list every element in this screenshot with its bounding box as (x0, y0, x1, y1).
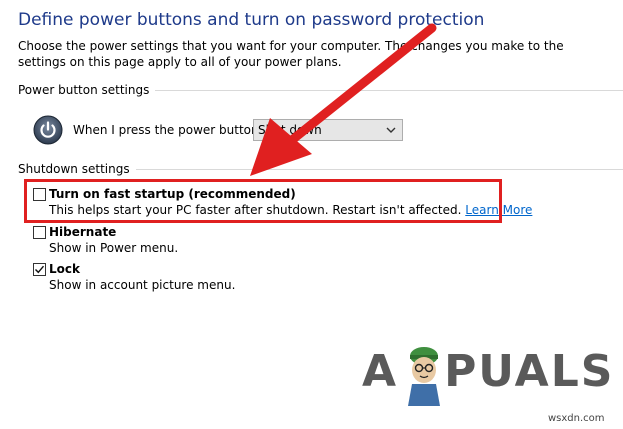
checkmark-icon (35, 265, 45, 274)
group-divider (135, 168, 623, 170)
appuals-watermark: A PUALS (362, 346, 614, 397)
lock-label: Lock (49, 262, 80, 276)
power-button-settings-header: Power button settings (18, 83, 623, 97)
shutdown-settings-label: Shutdown settings (18, 162, 130, 176)
watermark-left: A (362, 346, 399, 397)
watermark-right: PUALS (444, 346, 615, 397)
hibernate-checkbox[interactable] (33, 226, 46, 239)
highlight-box (24, 179, 502, 223)
chevron-down-icon (385, 124, 397, 139)
hibernate-description: Show in Power menu. (49, 241, 179, 255)
lock-option: Lock Show in account picture menu. (33, 261, 235, 293)
power-button-action-label: When I press the power button: (73, 123, 263, 137)
site-url: wsxdn.com (548, 413, 605, 424)
shutdown-settings-header: Shutdown settings (18, 162, 623, 176)
group-divider (155, 89, 623, 91)
hibernate-option: Hibernate Show in Power menu. (33, 224, 178, 256)
power-button-action-select[interactable]: Shut down (253, 119, 403, 141)
lock-checkbox[interactable] (33, 263, 46, 276)
power-icon (33, 115, 63, 149)
power-button-action-value: Shut down (258, 123, 322, 137)
hibernate-label: Hibernate (49, 225, 117, 239)
power-button-settings-label: Power button settings (18, 83, 150, 97)
lock-description: Show in account picture menu. (49, 278, 236, 292)
page-title: Define power buttons and turn on passwor… (18, 10, 485, 30)
page-description: Choose the power settings that you want … (18, 39, 564, 69)
